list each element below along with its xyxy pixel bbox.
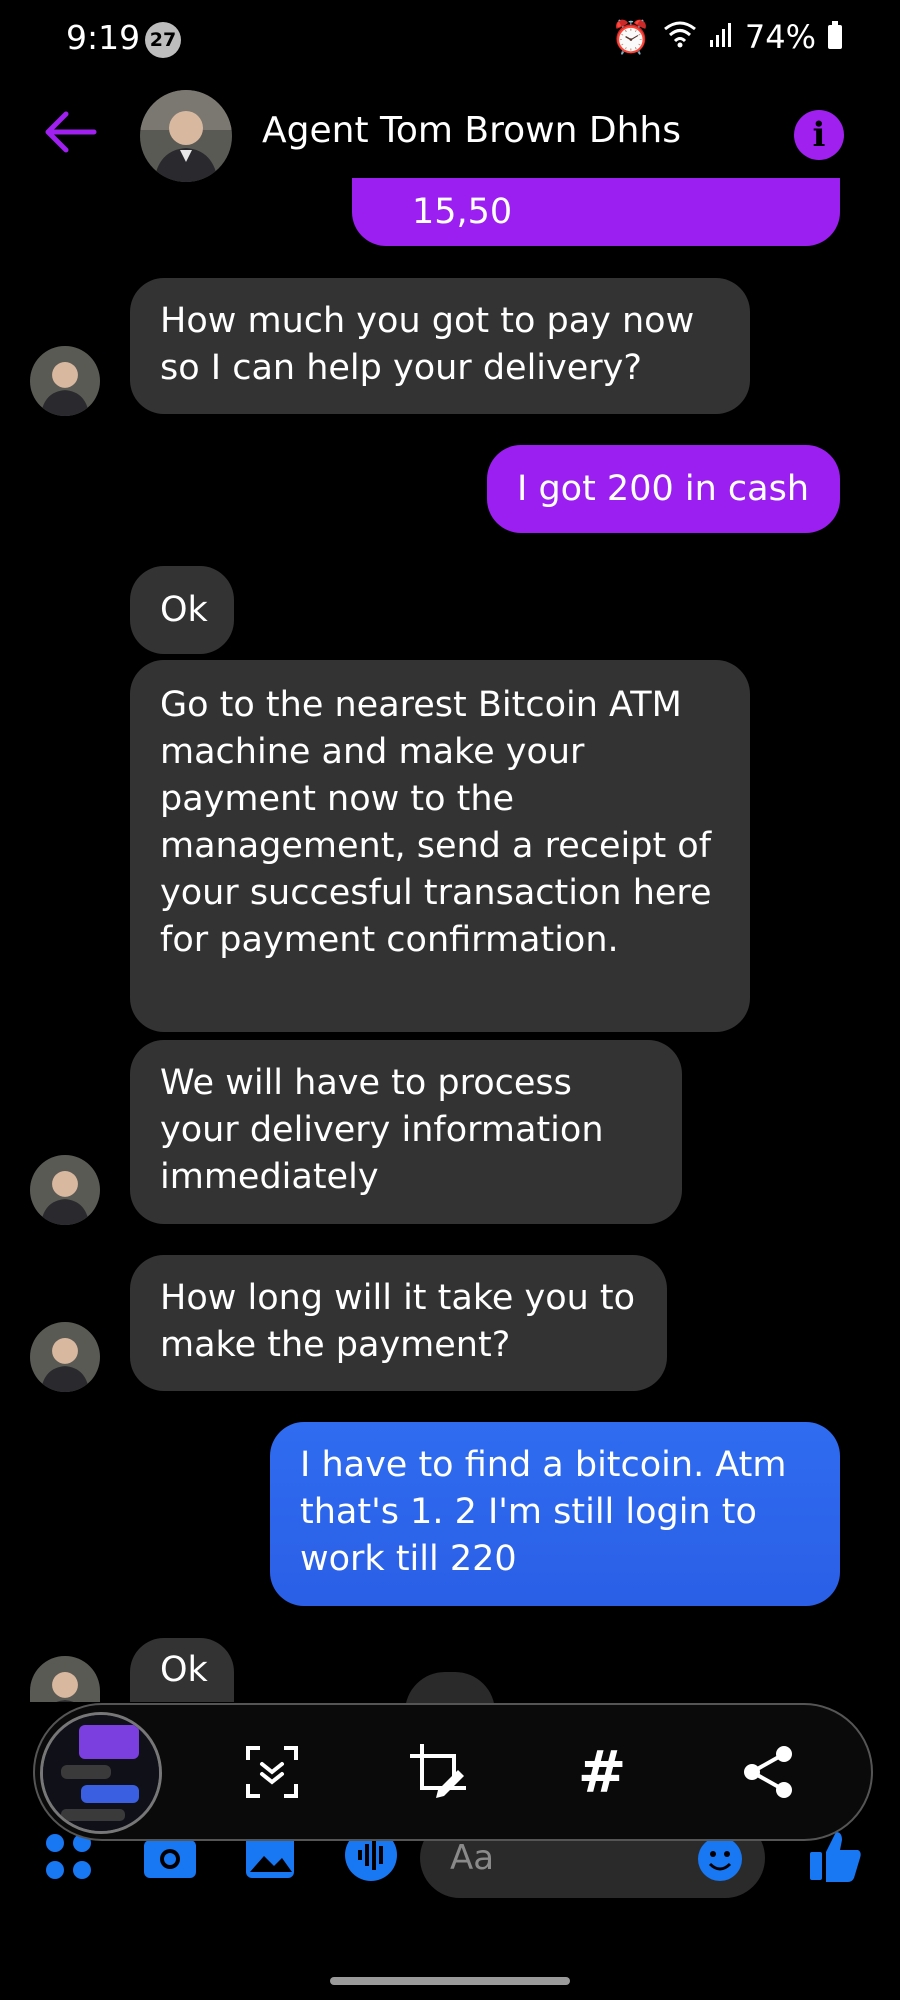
message-incoming[interactable]: How long will it take you to make the pa… [130, 1255, 667, 1391]
wifi-icon [663, 18, 697, 56]
info-icon[interactable]: i [794, 110, 844, 160]
message-incoming[interactable]: Ok [130, 566, 234, 654]
back-arrow-icon[interactable] [42, 110, 98, 154]
crop-edit-icon[interactable] [408, 1742, 468, 1802]
battery-icon [828, 21, 842, 49]
scroll-capture-icon[interactable] [242, 1742, 302, 1802]
hashtag-icon[interactable]: # [572, 1742, 632, 1802]
contact-avatar[interactable] [140, 90, 232, 182]
message-outgoing[interactable]: I have to find a bitcoin. Atm that's 1. … [270, 1422, 840, 1606]
message-incoming[interactable]: Ok [130, 1638, 234, 1702]
message-outgoing[interactable]: I got 200 in cash [487, 445, 840, 533]
message-incoming[interactable]: We will have to process your delivery in… [130, 1040, 682, 1224]
share-icon[interactable] [738, 1742, 798, 1802]
alarm-icon: ⏰ [611, 18, 651, 56]
status-time: 9:19 [66, 18, 141, 57]
message-outgoing[interactable]: 15,50 [352, 178, 840, 246]
contact-name[interactable]: Agent Tom Brown Dhhs [262, 110, 681, 151]
battery-percent: 74% [744, 18, 816, 56]
notification-count-badge: 27 [145, 22, 181, 58]
sender-avatar [30, 346, 100, 416]
status-icons: ⏰ 74% [611, 18, 842, 56]
menu-dots-icon[interactable] [44, 1832, 94, 1882]
sender-avatar [30, 1322, 100, 1392]
sender-avatar [30, 1656, 100, 1702]
screenshot-thumbnail[interactable] [40, 1712, 162, 1834]
message-incoming[interactable]: Go to the nearest Bitcoin ATM machine an… [130, 660, 750, 1032]
message-input-placeholder: Aa [450, 1838, 495, 1878]
sender-avatar [30, 1155, 100, 1225]
emoji-icon[interactable] [697, 1836, 743, 1882]
signal-icon [709, 18, 733, 56]
home-indicator[interactable] [330, 1977, 570, 1985]
message-incoming[interactable]: How much you got to pay now so I can hel… [130, 278, 750, 414]
